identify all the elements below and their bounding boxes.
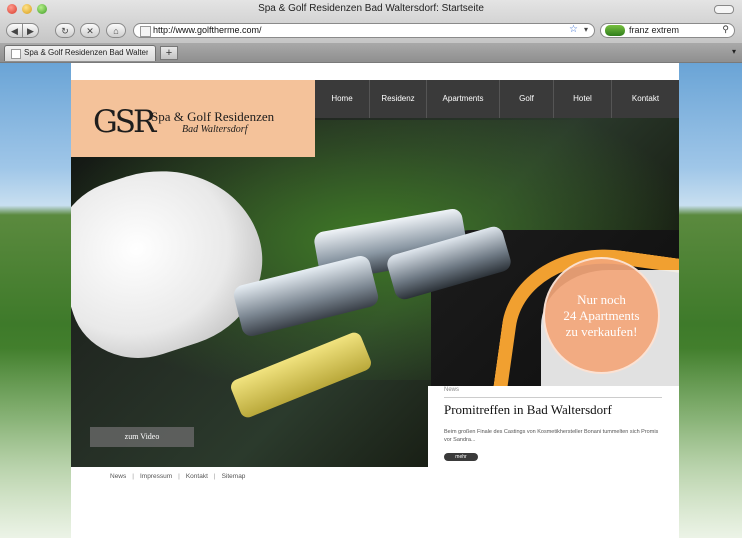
search-icon[interactable]: ⚲ (722, 24, 729, 35)
search-engine-icon[interactable] (605, 25, 625, 36)
nav-residenz[interactable]: Residenz (369, 80, 426, 118)
url-text[interactable]: http://www.golftherme.com/ (153, 25, 262, 35)
logo-name: Spa & Golf Residenzen (151, 109, 275, 124)
toolbar-toggle-button[interactable] (714, 5, 734, 14)
nav-apartments[interactable]: Apartments (426, 80, 499, 118)
stop-button[interactable]: ✕ (80, 23, 100, 38)
home-icon: ⌂ (113, 26, 119, 36)
news-title[interactable]: Promitreffen in Bad Waltersdorf (444, 402, 612, 418)
url-history-dropdown-icon[interactable]: ▾ (584, 25, 588, 34)
nav-hotel[interactable]: Hotel (553, 80, 611, 118)
hero-image: GSR Spa & Golf Residenzen Bad Waltersdor… (71, 80, 679, 467)
tab-favicon-icon (11, 49, 21, 59)
title-bar: Spa & Golf Residenzen Bad Waltersdorf: S… (0, 0, 742, 19)
forward-button[interactable]: ▶ (22, 23, 39, 38)
window-title: Spa & Golf Residenzen Bad Waltersdorf: S… (258, 3, 484, 14)
reload-icon: ↻ (61, 26, 69, 36)
news-label: News (444, 387, 460, 393)
page-favicon-icon (140, 26, 151, 37)
address-bar[interactable]: http://www.golftherme.com/ ☆ ▾ (133, 23, 595, 38)
logo-monogram: GSR (93, 104, 156, 140)
stop-icon: ✕ (86, 26, 94, 36)
promo-line: zu verkaufen! (565, 323, 638, 339)
star-icon[interactable]: ☆ (569, 24, 578, 35)
site-top-margin (71, 63, 679, 80)
tab-label: Spa & Golf Residenzen Bad Walter... (24, 48, 148, 57)
new-tab-button[interactable]: + (160, 46, 178, 60)
forward-icon: ▶ (27, 26, 34, 36)
search-input[interactable]: franz extrem (629, 25, 679, 35)
promo-line: 24 Apartments (563, 307, 640, 323)
tab-active[interactable]: Spa & Golf Residenzen Bad Walter... (4, 45, 156, 61)
news-more-button[interactable]: mehr (444, 453, 478, 461)
back-button[interactable]: ◀ (6, 23, 23, 38)
news-box: News Promitreffen in Bad Waltersdorf Bei… (428, 386, 679, 467)
tab-strip: Spa & Golf Residenzen Bad Walter... + ▾ (0, 43, 742, 62)
news-divider (444, 397, 662, 398)
footer-link-kontakt[interactable]: Kontakt (180, 473, 214, 480)
promo-line: Nur noch (577, 291, 626, 307)
nav-kontakt[interactable]: Kontakt (611, 80, 679, 118)
footer-links: News | Impressum | Kontakt | Sitemap (104, 473, 251, 480)
navigation-toolbar: ◀ ▶ ↻ ✕ ⌂ http://www.golftherme.com/ ☆ ▾… (0, 20, 742, 42)
footer-link-impressum[interactable]: Impressum (134, 473, 178, 480)
reload-button[interactable]: ↻ (55, 23, 75, 38)
nav-home[interactable]: Home (315, 80, 369, 118)
back-icon: ◀ (11, 26, 18, 36)
main-navigation: Home Residenz Apartments Golf Hotel Kont… (315, 80, 679, 118)
search-bar[interactable]: franz extrem ⚲ (600, 23, 735, 38)
browser-chrome: Spa & Golf Residenzen Bad Waltersdorf: S… (0, 0, 742, 63)
website-container: GSR Spa & Golf Residenzen Bad Waltersdor… (71, 63, 679, 538)
news-teaser: Beim großen Finale des Castings von Kosm… (444, 429, 659, 443)
tab-list-icon[interactable]: ▾ (732, 47, 736, 56)
home-button[interactable]: ⌂ (106, 23, 126, 38)
promo-bubble[interactable]: Nur noch 24 Apartments zu verkaufen! (543, 257, 660, 374)
footer-link-sitemap[interactable]: Sitemap (216, 473, 252, 480)
logo-location: Bad Waltersdorf (182, 124, 248, 135)
nav-golf[interactable]: Golf (499, 80, 553, 118)
footer-link-news[interactable]: News (104, 473, 132, 480)
site-logo[interactable]: GSR Spa & Golf Residenzen Bad Waltersdor… (71, 80, 315, 157)
video-button[interactable]: zum Video (90, 427, 194, 447)
